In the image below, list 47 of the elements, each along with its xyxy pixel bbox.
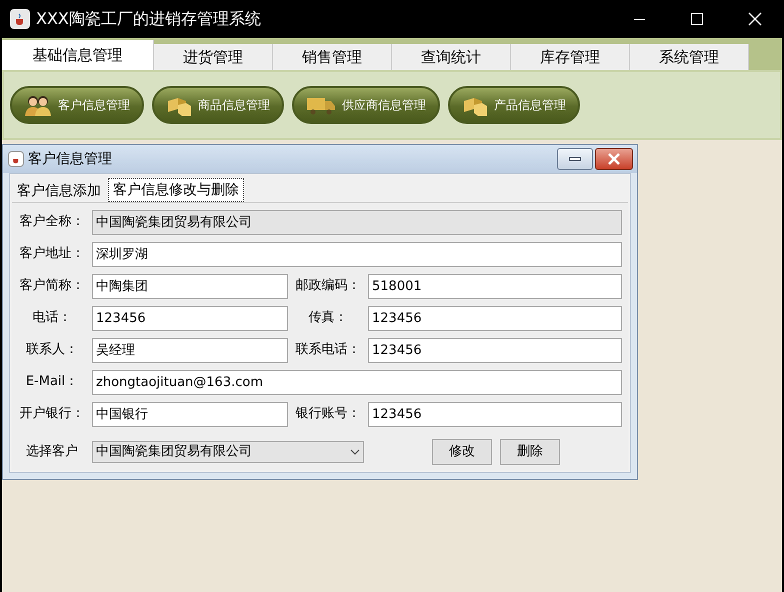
field-label: 客户简称：	[18, 277, 86, 296]
text-field[interactable]: 123456	[92, 306, 288, 330]
field-label: 联系电话：	[294, 341, 362, 360]
action-button[interactable]: 删除	[500, 439, 560, 465]
close-button[interactable]	[595, 148, 633, 170]
truck-icon	[306, 95, 336, 115]
menu-tab[interactable]: 系统管理	[630, 44, 749, 70]
menu-tab[interactable]: 进货管理	[154, 44, 273, 70]
toolbar-button[interactable]: 供应商信息管理	[292, 86, 440, 124]
text-field[interactable]: 吴经理	[92, 338, 288, 362]
field-label: 开户银行：	[18, 405, 86, 424]
close-icon	[748, 12, 762, 26]
toolbar-button[interactable]: 产品信息管理	[448, 86, 580, 124]
text-field[interactable]: 123456	[368, 306, 622, 330]
text-field[interactable]: 123456	[368, 338, 622, 362]
menu-tab[interactable]: 销售管理	[273, 44, 392, 70]
chevron-down-icon	[350, 449, 360, 455]
text-field[interactable]: 深圳罗湖	[92, 242, 622, 266]
field-label: 客户地址：	[18, 245, 86, 264]
java-cup-icon	[8, 151, 24, 167]
text-field[interactable]: 中国银行	[92, 402, 288, 426]
text-field[interactable]: zhongtaojituan@163.com	[92, 370, 622, 394]
customer-dropdown[interactable]: 中国陶瓷集团贸易有限公司	[92, 441, 364, 463]
menu-tab[interactable]: 库存管理	[511, 44, 630, 70]
dialog-tab[interactable]: 客户信息修改与删除	[108, 178, 244, 202]
field-label: 传真：	[308, 309, 348, 328]
close-icon	[607, 153, 621, 165]
menu-tab[interactable]: 查询统计	[392, 44, 511, 70]
people-icon	[24, 94, 52, 116]
field-label: 选择客户	[25, 443, 79, 462]
field-label: 联系人：	[25, 341, 79, 360]
menu-tab[interactable]: 基础信息管理	[2, 40, 154, 70]
action-button[interactable]: 修改	[432, 439, 492, 465]
text-field[interactable]: 中陶集团	[92, 274, 288, 298]
dialog-title: 客户信息管理	[28, 150, 112, 168]
field-label: 客户全称：	[18, 213, 86, 232]
text-field[interactable]: 123456	[368, 402, 622, 426]
toolbar-button[interactable]: 客户信息管理	[10, 86, 144, 124]
text-field[interactable]: 518001	[368, 274, 622, 298]
field-label: E-Mail：	[24, 373, 80, 392]
minimize-button[interactable]	[557, 148, 593, 170]
java-cup-icon	[10, 9, 30, 29]
field-label: 电话：	[32, 309, 72, 328]
toolbar-button[interactable]: 商品信息管理	[152, 86, 284, 124]
field-label: 邮政编码：	[294, 277, 362, 296]
field-label: 银行账号：	[294, 405, 362, 424]
window-title: XXX陶瓷工厂的进销存管理系统	[36, 8, 261, 30]
